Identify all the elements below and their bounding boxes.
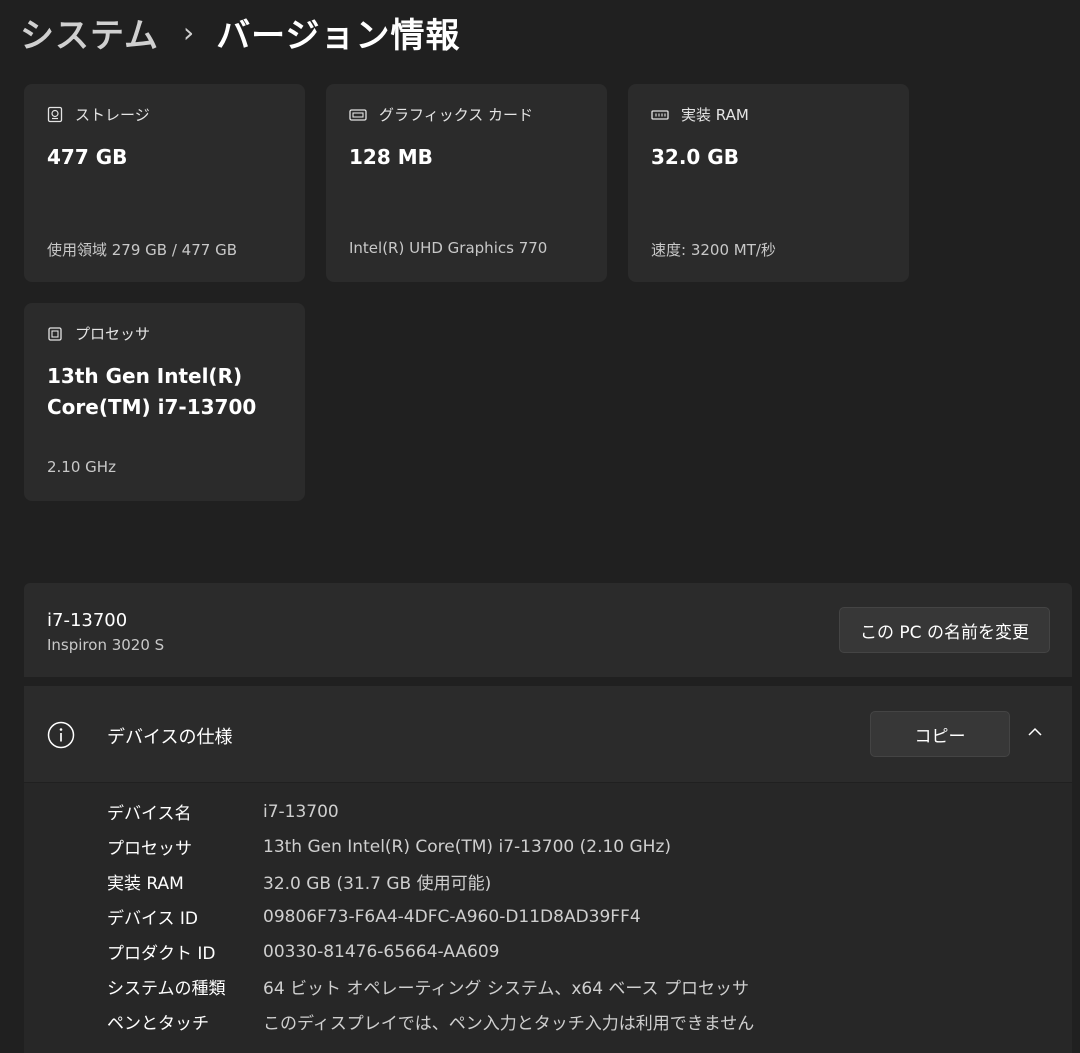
hard-drive-icon (47, 106, 63, 123)
device-name-section: i7-13700 Inspiron 3020 S この PC の名前を変更 (24, 583, 1072, 677)
ram-card: 実装 RAM 32.0 GB 速度: 3200 MT/秒 (628, 84, 909, 282)
processor-card-header: プロセッサ (47, 323, 150, 344)
page-title: バージョン情報 (216, 15, 461, 56)
graphics-card-detail: Intel(R) UHD Graphics 770 (349, 239, 548, 257)
graphics-card-label: グラフィックス カード (379, 106, 534, 124)
processor-card-value-line2: Core(TM) i7-13700 (47, 395, 257, 419)
spec-key: デバイス ID (107, 909, 198, 929)
spec-value: 00330-81476-65664-AA609 (263, 941, 500, 962)
device-specs-list: デバイス名 i7-13700 プロセッサ 13th Gen Intel(R) C… (24, 783, 1072, 1053)
spec-value: 64 ビット オペレーティング システム、x64 ベース プロセッサ (263, 979, 749, 999)
processor-card-label: プロセッサ (75, 325, 151, 343)
ram-card-detail: 速度: 3200 MT/秒 (651, 241, 776, 259)
storage-card-header: ストレージ (47, 104, 150, 125)
device-specs-header[interactable]: デバイスの仕様 コピー (24, 686, 1072, 782)
breadcrumb-separator: › (182, 15, 195, 49)
rename-pc-button[interactable]: この PC の名前を変更 (839, 607, 1050, 653)
storage-card: ストレージ 477 GB 使用領域 279 GB / 477 GB (24, 84, 305, 282)
graphics-card-header: グラフィックス カード (349, 104, 533, 125)
spec-value: 32.0 GB (31.7 GB 使用可能) (263, 874, 492, 894)
spec-value: 09806F73-F6A4-4DFC-A960-D11D8AD39FF4 (263, 906, 641, 927)
spec-key: デバイス名 (107, 804, 192, 824)
breadcrumb: システム › バージョン情報 (20, 6, 461, 58)
storage-card-detail: 使用領域 279 GB / 477 GB (47, 241, 237, 259)
processor-card: プロセッサ 13th Gen Intel(R) Core(TM) i7-1370… (24, 303, 305, 501)
storage-card-label: ストレージ (75, 106, 150, 124)
pc-model: Inspiron 3020 S (47, 636, 165, 654)
graphics-card-value: 128 MB (349, 145, 433, 169)
memory-icon (651, 109, 669, 120)
breadcrumb-parent-system[interactable]: システム (20, 8, 159, 57)
processor-card-value: 13th Gen Intel(R) Core(TM) i7-13700 (47, 361, 287, 423)
device-specs-title: デバイスの仕様 (107, 727, 233, 748)
storage-card-value: 477 GB (47, 145, 128, 169)
processor-card-detail: 2.10 GHz (47, 458, 116, 476)
spec-key: ペンとタッチ (107, 1014, 209, 1034)
ram-card-value: 32.0 GB (651, 145, 739, 169)
spec-key: システムの種類 (107, 979, 226, 999)
spec-value: このディスプレイでは、ペン入力とタッチ入力は利用できません (263, 1014, 755, 1034)
graphics-card-icon (349, 108, 367, 121)
ram-card-label: 実装 RAM (681, 106, 749, 124)
chevron-up-icon[interactable] (1027, 726, 1043, 738)
spec-key: 実装 RAM (107, 874, 184, 894)
spec-value: i7-13700 (263, 801, 339, 822)
copy-button[interactable]: コピー (870, 711, 1010, 757)
spec-key: プロダクト ID (107, 944, 216, 964)
info-icon (47, 721, 75, 749)
spec-key: プロセッサ (107, 839, 192, 859)
spec-value: 13th Gen Intel(R) Core(TM) i7-13700 (2.1… (263, 836, 672, 857)
pc-name: i7-13700 (47, 610, 128, 631)
processor-card-value-line1: 13th Gen Intel(R) (47, 364, 243, 388)
graphics-card: グラフィックス カード 128 MB Intel(R) UHD Graphics… (326, 84, 607, 282)
ram-card-header: 実装 RAM (651, 104, 749, 125)
processor-icon (48, 326, 62, 341)
